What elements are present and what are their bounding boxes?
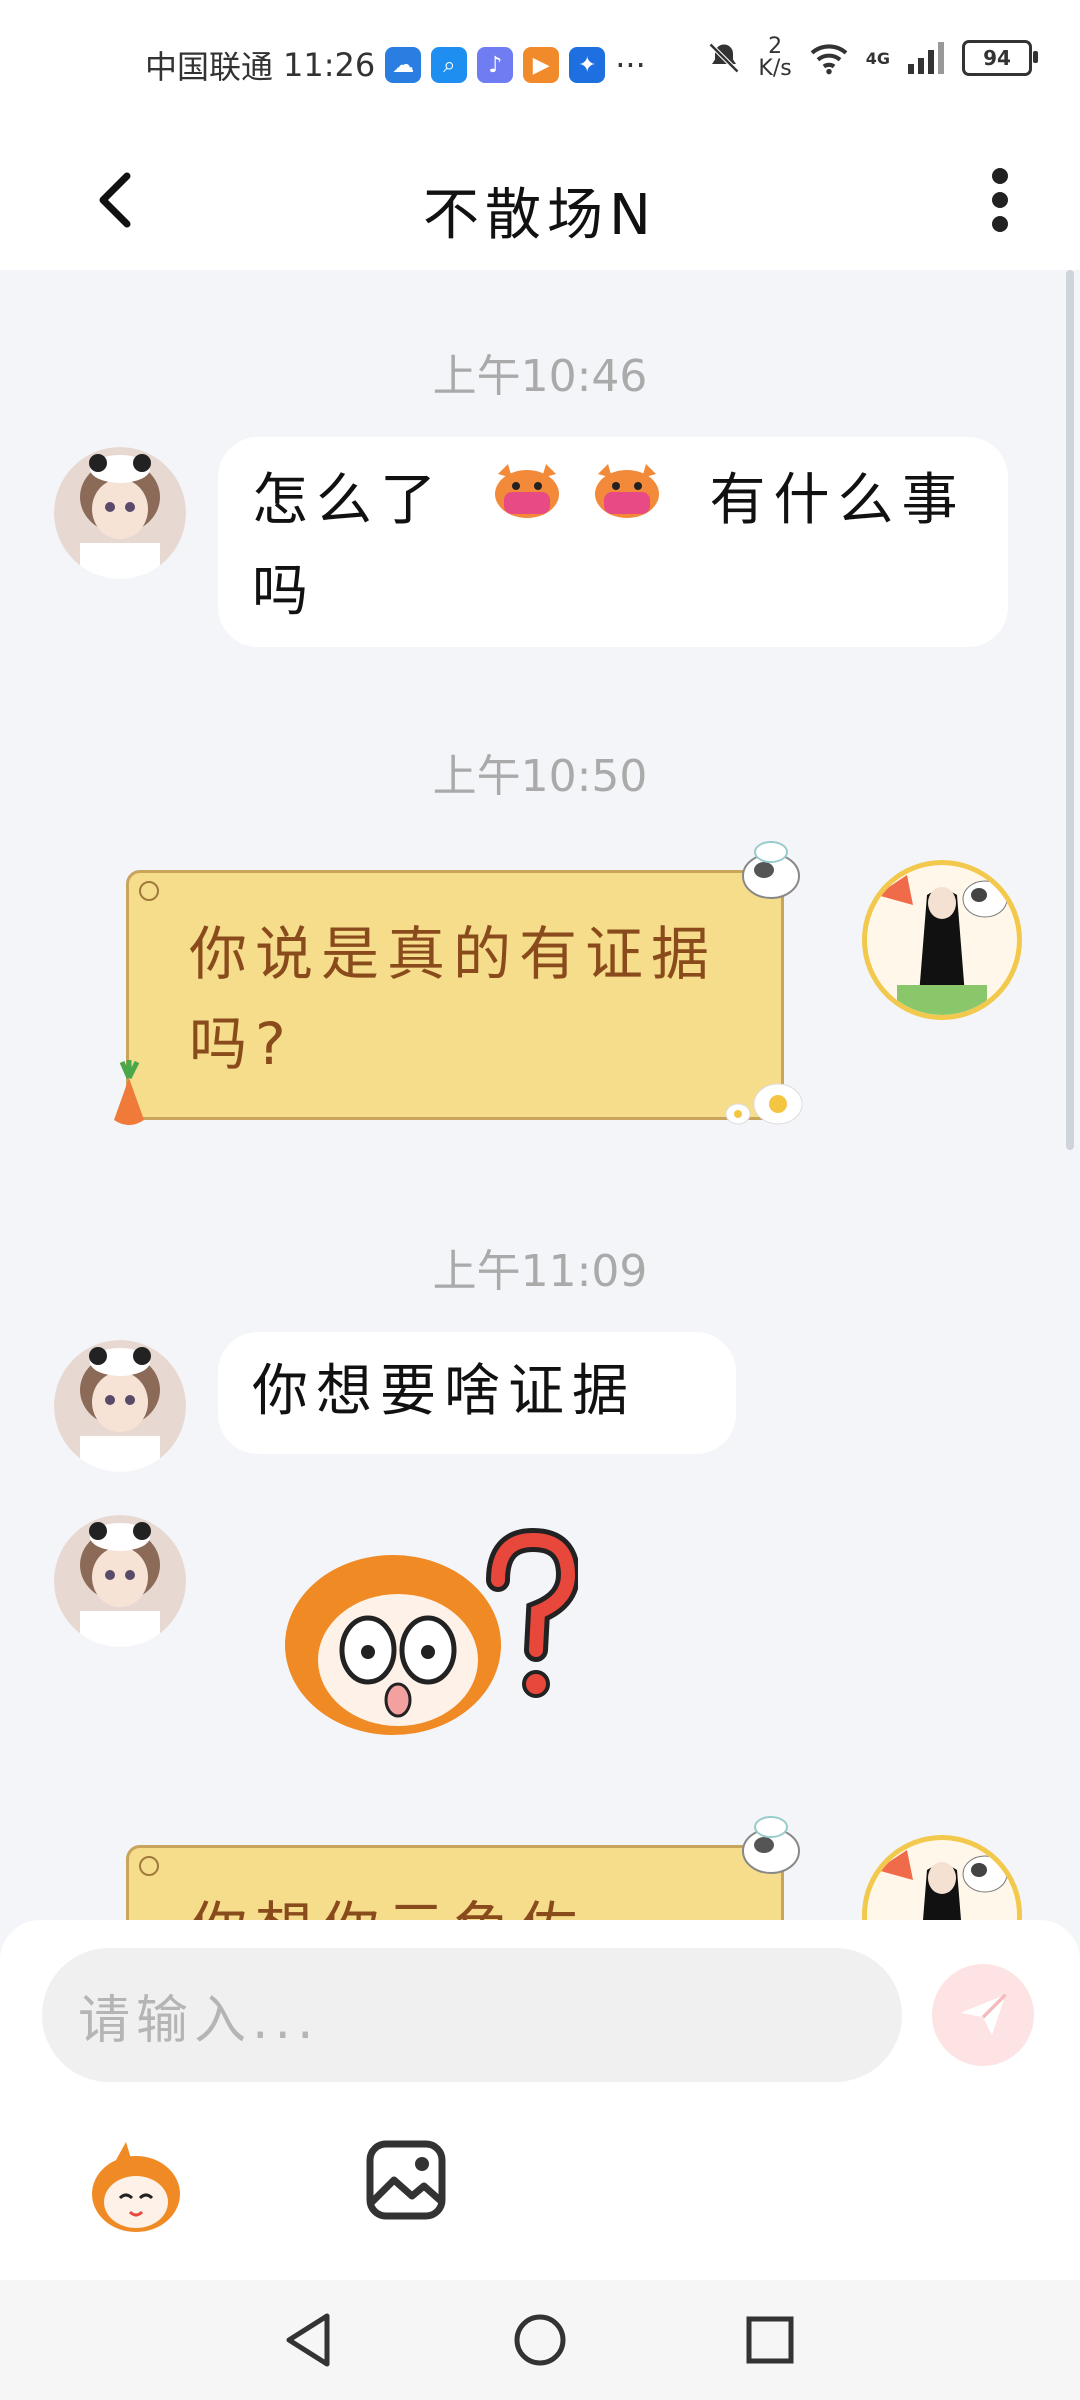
battery-indicator: 94 bbox=[962, 40, 1038, 76]
timestamp: 上午11:09 bbox=[432, 1246, 648, 1297]
status-bar-left: 中国联通 11:26 ☁ ⌕ ♪ ▶ ✦ ··· bbox=[145, 42, 646, 88]
vertical-dots-icon bbox=[992, 168, 1008, 232]
contact-avatar[interactable] bbox=[54, 447, 186, 579]
message-list[interactable]: 上午10:46 怎么了 有什么事吗 上午10:50 你说是真的有证据吗? 上午1… bbox=[0, 270, 1080, 1920]
chat-title: 不散场N bbox=[423, 183, 657, 248]
image-button[interactable] bbox=[364, 2138, 448, 2222]
confused-question-sticker-image bbox=[285, 1527, 581, 1735]
search-app-icon: ⌕ bbox=[431, 47, 468, 83]
outgoing-message-bubble[interactable]: 你想你元鱼佐 bbox=[126, 1845, 784, 1920]
network-speed-value: 2 bbox=[768, 34, 783, 59]
music-app-icon: ♪ bbox=[477, 47, 514, 83]
network-speed: 2 K/s bbox=[758, 36, 791, 80]
nav-recents-button[interactable] bbox=[740, 2310, 800, 2370]
network-speed-unit: K/s bbox=[758, 56, 792, 81]
my-avatar[interactable] bbox=[862, 860, 1022, 1020]
contact-avatar-image bbox=[54, 1340, 186, 1472]
egg-decoration-icon bbox=[725, 1083, 803, 1125]
incoming-message-bubble[interactable]: 怎么了 有什么事吗 bbox=[218, 437, 1008, 647]
message-text: 怎么了 bbox=[252, 468, 444, 533]
send-plane-icon bbox=[960, 1993, 1007, 2036]
timestamp: 上午10:50 bbox=[432, 751, 648, 802]
pin-icon bbox=[139, 1856, 159, 1876]
status-bar-right: 2 K/s 4G 94 bbox=[706, 36, 1038, 80]
carrot-decoration-icon bbox=[114, 1060, 144, 1125]
image-gallery-icon bbox=[366, 2140, 446, 2220]
pin-icon bbox=[139, 881, 159, 901]
status-bar: 中国联通 11:26 ☁ ⌕ ♪ ▶ ✦ ··· 2 K/s 4G 94 bbox=[0, 0, 1080, 130]
mute-bell-icon bbox=[709, 42, 740, 74]
triangle-back-icon bbox=[286, 2313, 330, 2367]
signal-bars-icon bbox=[908, 42, 944, 74]
contact-avatar[interactable] bbox=[54, 1340, 186, 1472]
carrier-name: 中国联通 bbox=[145, 48, 274, 86]
contact-avatar[interactable] bbox=[54, 1515, 186, 1647]
cat-mask-emoji bbox=[490, 460, 564, 548]
emoji-button[interactable] bbox=[86, 2138, 186, 2238]
idea-app-icon: ✦ bbox=[569, 47, 606, 83]
nav-home-button[interactable] bbox=[510, 2310, 570, 2370]
square-recents-icon bbox=[746, 2316, 794, 2364]
video-app-icon: ▶ bbox=[523, 47, 560, 83]
wifi-icon bbox=[810, 44, 848, 75]
my-avatar-image bbox=[877, 1850, 1008, 1920]
system-navigation-bar bbox=[0, 2280, 1080, 2400]
my-avatar-image bbox=[877, 875, 1008, 1015]
circle-home-icon bbox=[514, 2314, 566, 2366]
more-notifications: ··· bbox=[615, 46, 646, 84]
chef-cat-decoration-icon bbox=[742, 1816, 800, 1874]
sticker-face-icon bbox=[92, 2142, 180, 2232]
my-avatar[interactable] bbox=[862, 1835, 1022, 1920]
outgoing-message-bubble[interactable]: 你说是真的有证据吗? bbox=[126, 870, 784, 1120]
more-options-button[interactable] bbox=[960, 150, 1040, 250]
confused-question-sticker[interactable] bbox=[268, 1520, 581, 1750]
message-input[interactable]: 请输入... bbox=[42, 1948, 902, 2082]
timestamp: 上午10:46 bbox=[432, 351, 648, 402]
network-type: 4G bbox=[865, 48, 890, 68]
clock: 11:26 bbox=[283, 46, 376, 84]
message-text: 你想你元鱼佐 bbox=[189, 1895, 585, 1920]
contact-avatar-image bbox=[54, 447, 186, 579]
weather-app-icon: ☁ bbox=[385, 47, 422, 83]
message-text: 你说是真的有证据吗? bbox=[189, 920, 718, 1078]
cat-mask-emoji bbox=[590, 460, 664, 548]
nav-back-button[interactable] bbox=[278, 2310, 338, 2370]
chef-cat-decoration-icon bbox=[742, 841, 800, 899]
incoming-message-bubble[interactable]: 你想要啥证据 bbox=[218, 1332, 736, 1454]
contact-avatar-image bbox=[54, 1515, 186, 1647]
chat-header: 不散场N bbox=[0, 130, 1080, 270]
send-button[interactable] bbox=[932, 1964, 1034, 2066]
message-text: 你想要啥证据 bbox=[252, 1359, 636, 1424]
input-bar: 请输入... bbox=[0, 1920, 1080, 2280]
